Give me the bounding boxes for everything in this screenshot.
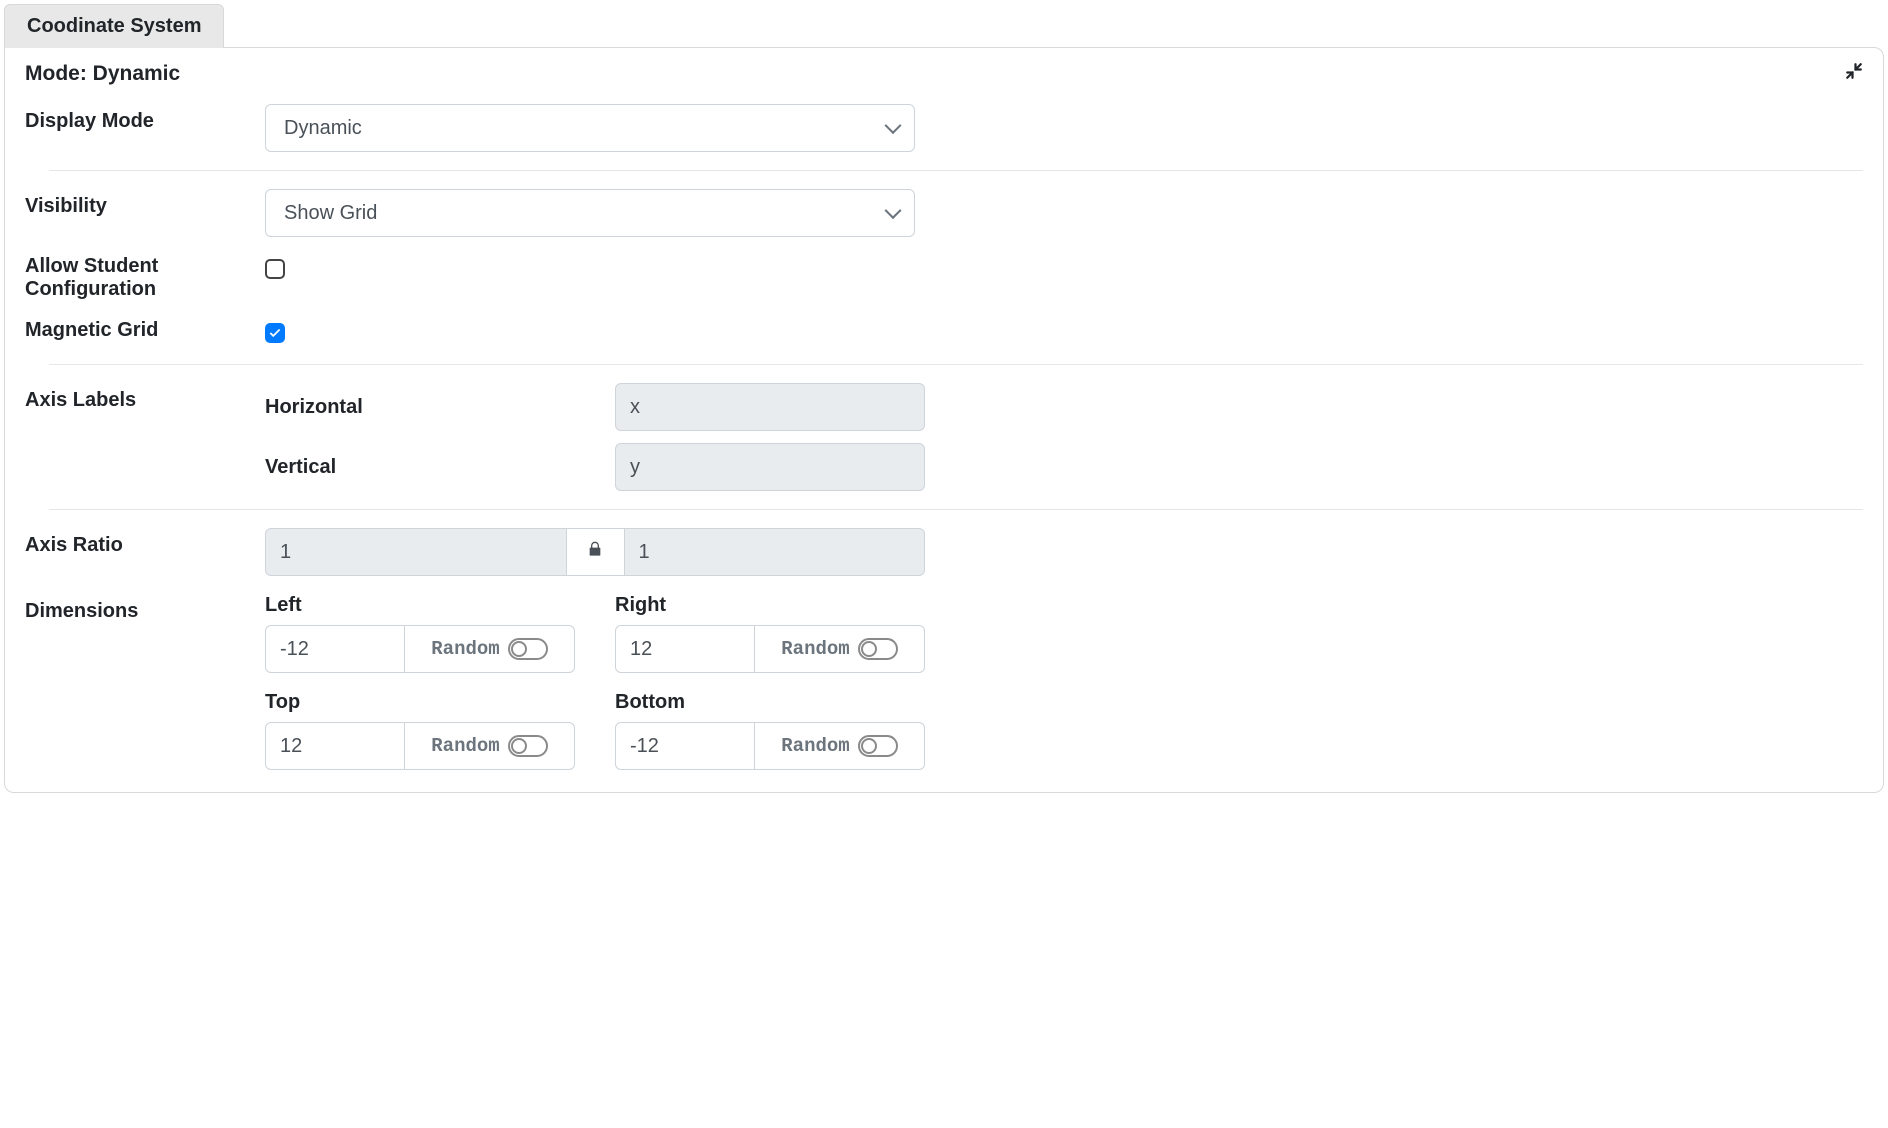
dim-top-random[interactable]: Random xyxy=(405,722,575,770)
divider xyxy=(49,364,1863,365)
axis-label-vertical-input[interactable] xyxy=(615,443,925,491)
dim-top-input[interactable] xyxy=(265,722,405,770)
dim-left-random-toggle[interactable] xyxy=(508,638,548,660)
random-label: Random xyxy=(431,638,499,660)
dim-bottom-random-toggle[interactable] xyxy=(858,735,898,757)
dim-right-random-toggle[interactable] xyxy=(858,638,898,660)
dimensions-label: Dimensions xyxy=(25,594,265,623)
dim-left-input[interactable] xyxy=(265,625,405,673)
divider xyxy=(49,170,1863,171)
dim-bottom-random[interactable]: Random xyxy=(755,722,925,770)
tab-label: Coodinate System xyxy=(27,15,201,37)
axis-ratio-lock-button[interactable] xyxy=(567,528,625,576)
horizontal-label: Horizontal xyxy=(265,396,615,419)
allow-student-config-label: Allow Student Configuration xyxy=(25,255,265,301)
visibility-label: Visibility xyxy=(25,189,265,218)
axis-ratio-label: Axis Ratio xyxy=(25,528,265,557)
allow-student-config-checkbox[interactable] xyxy=(265,259,285,279)
display-mode-label: Display Mode xyxy=(25,104,265,133)
display-mode-select[interactable]: Dynamic xyxy=(265,104,915,152)
tab-coordinate-system[interactable]: Coodinate System xyxy=(4,4,224,48)
dim-top-label: Top xyxy=(265,691,575,714)
divider xyxy=(49,509,1863,510)
dim-top-random-toggle[interactable] xyxy=(508,735,548,757)
dim-right-input[interactable] xyxy=(615,625,755,673)
vertical-label: Vertical xyxy=(265,456,615,479)
settings-panel: Mode: Dynamic Display Mode Dynamic Visib… xyxy=(4,47,1884,793)
random-label: Random xyxy=(781,735,849,757)
magnetic-grid-label: Magnetic Grid xyxy=(25,319,265,342)
panel-title: Mode: Dynamic xyxy=(25,62,180,86)
dim-left-random[interactable]: Random xyxy=(405,625,575,673)
magnetic-grid-checkbox[interactable] xyxy=(265,323,285,343)
random-label: Random xyxy=(781,638,849,660)
axis-ratio-b-input[interactable] xyxy=(625,528,926,576)
axis-labels-label: Axis Labels xyxy=(25,383,265,412)
random-label: Random xyxy=(431,735,499,757)
dim-right-label: Right xyxy=(615,594,925,617)
axis-ratio-a-input[interactable] xyxy=(265,528,567,576)
dim-bottom-label: Bottom xyxy=(615,691,925,714)
dim-right-random[interactable]: Random xyxy=(755,625,925,673)
collapse-icon[interactable] xyxy=(1845,62,1863,86)
lock-icon xyxy=(587,540,603,564)
axis-label-horizontal-input[interactable] xyxy=(615,383,925,431)
visibility-select[interactable]: Show Grid xyxy=(265,189,915,237)
dim-bottom-input[interactable] xyxy=(615,722,755,770)
dim-left-label: Left xyxy=(265,594,575,617)
